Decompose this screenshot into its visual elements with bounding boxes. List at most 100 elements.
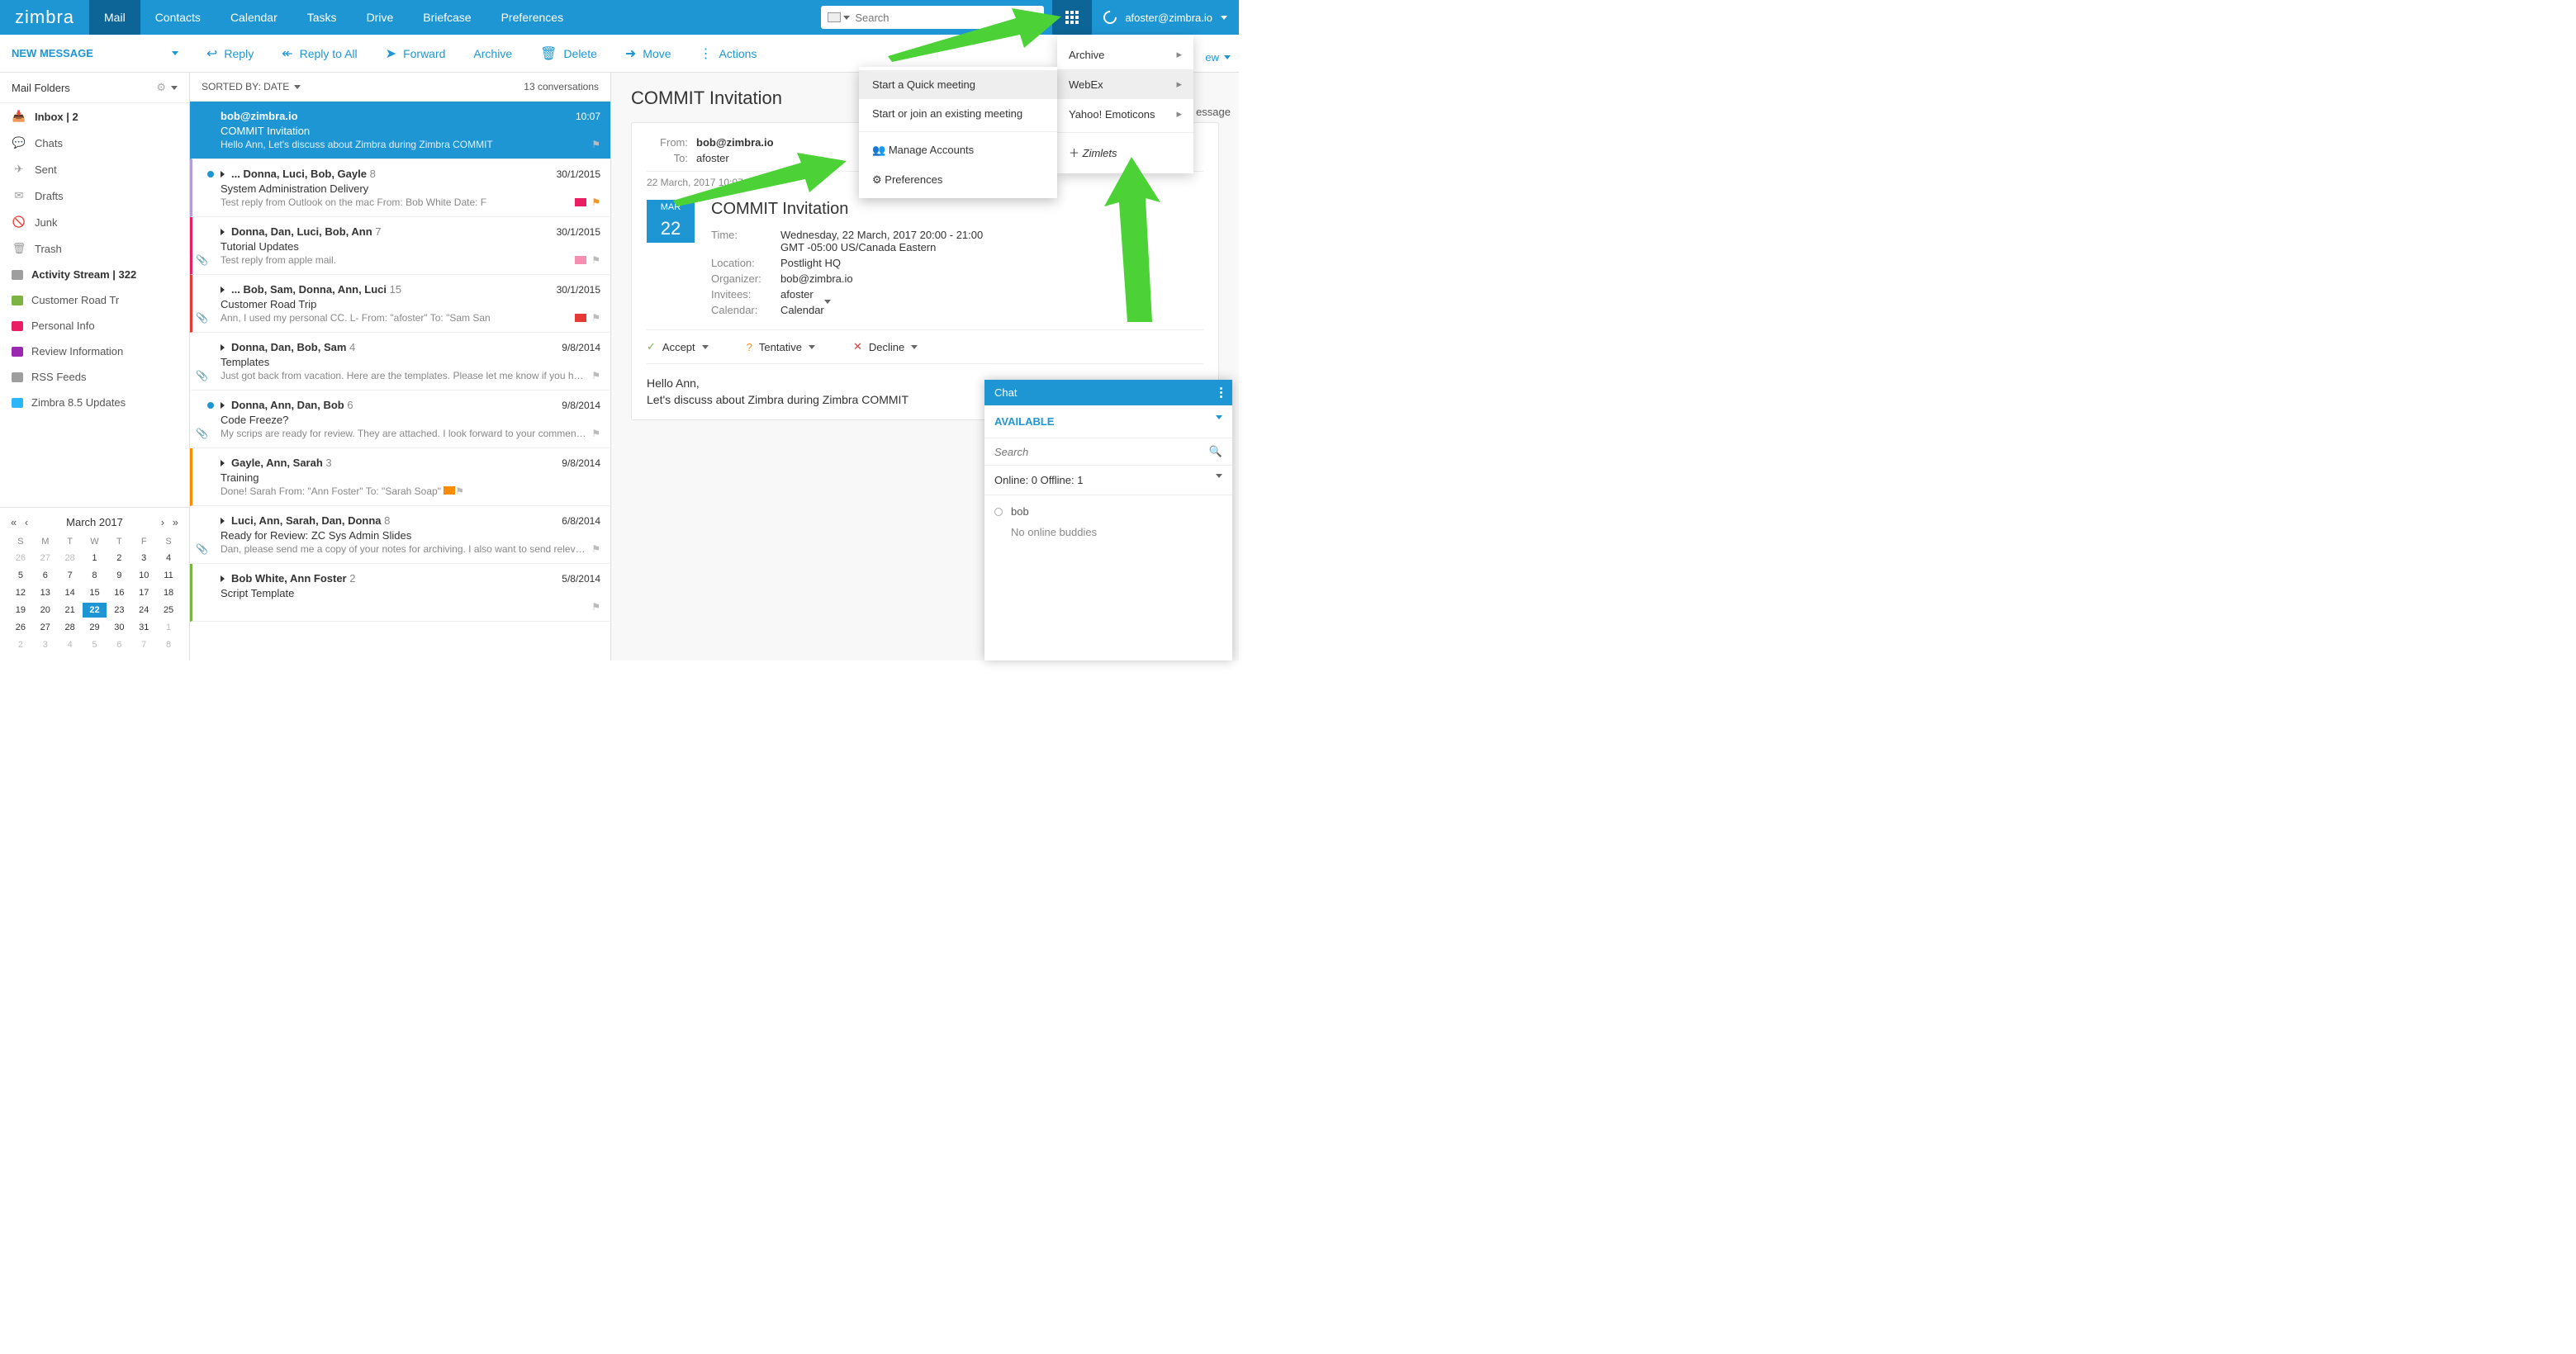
chat-status-selector[interactable]: AVAILABLE bbox=[984, 405, 1232, 438]
webex-join-meeting[interactable]: Start or join an existing meeting bbox=[859, 99, 1057, 128]
cal-next-month[interactable]: › bbox=[159, 516, 167, 528]
search-icon[interactable]: 🔍 bbox=[1024, 11, 1037, 24]
cal-prev-year[interactable]: « bbox=[8, 516, 19, 528]
cal-day[interactable]: 2 bbox=[107, 551, 131, 566]
nav-mail[interactable]: Mail bbox=[89, 0, 140, 35]
cal-day[interactable]: 10 bbox=[131, 568, 156, 583]
dd-yahoo[interactable]: Yahoo! Emoticons▸ bbox=[1057, 99, 1193, 129]
folders-caret-icon[interactable] bbox=[171, 86, 178, 90]
decline-button[interactable]: ✕Decline bbox=[853, 340, 918, 353]
search-icon[interactable]: 🔍 bbox=[1209, 445, 1222, 458]
chat-search-input[interactable] bbox=[994, 446, 1209, 458]
reply-all-button[interactable]: ↞Reply to All bbox=[282, 45, 357, 62]
sort-caret-icon[interactable] bbox=[294, 85, 301, 89]
cal-day[interactable]: 7 bbox=[131, 637, 156, 652]
webex-manage-accounts[interactable]: 👥 Manage Accounts bbox=[859, 135, 1057, 165]
nav-briefcase[interactable]: Briefcase bbox=[408, 0, 486, 35]
flag-icon[interactable]: ⚑ bbox=[591, 254, 600, 266]
dd-archive[interactable]: Archive▸ bbox=[1057, 40, 1193, 69]
cal-day[interactable]: 21 bbox=[58, 603, 83, 618]
flag-icon[interactable]: ⚑ bbox=[591, 370, 600, 381]
cal-day[interactable]: 4 bbox=[156, 551, 181, 566]
dd-webex[interactable]: WebEx▸ bbox=[1057, 69, 1193, 99]
archive-button[interactable]: Archive bbox=[473, 47, 512, 60]
cal-day[interactable]: 28 bbox=[58, 551, 83, 566]
expand-icon[interactable] bbox=[221, 171, 225, 178]
reply-button[interactable]: ↩Reply bbox=[206, 45, 254, 62]
nav-preferences[interactable]: Preferences bbox=[486, 0, 578, 35]
cal-day[interactable]: 17 bbox=[131, 585, 156, 600]
new-message-button[interactable]: NEW MESSAGE bbox=[0, 47, 190, 59]
cal-day[interactable]: 13 bbox=[33, 585, 58, 600]
cal-day[interactable]: 8 bbox=[156, 637, 181, 652]
message-item[interactable]: ... Bob, Sam, Donna, Ann, Luci 1530/1/20… bbox=[190, 275, 610, 333]
cal-day[interactable]: 16 bbox=[107, 585, 131, 600]
cal-day[interactable]: 5 bbox=[8, 568, 33, 583]
cal-day[interactable]: 12 bbox=[8, 585, 33, 600]
flag-icon[interactable]: ⚑ bbox=[591, 428, 600, 439]
calendar-selector[interactable]: Calendar bbox=[780, 304, 831, 316]
cal-next-year[interactable]: » bbox=[170, 516, 181, 528]
forward-button[interactable]: ➤Forward bbox=[386, 45, 446, 62]
folder-item[interactable]: 🗑Trash bbox=[0, 235, 189, 262]
message-item[interactable]: Donna, Dan, Luci, Bob, Ann 730/1/2015Tut… bbox=[190, 217, 610, 275]
message-item[interactable]: Donna, Ann, Dan, Bob 69/8/2014Code Freez… bbox=[190, 391, 610, 448]
message-item[interactable]: Bob White, Ann Foster 25/8/2014Script Te… bbox=[190, 564, 610, 622]
move-button[interactable]: ➜Move bbox=[625, 45, 671, 62]
cal-day[interactable]: 19 bbox=[8, 603, 33, 618]
nav-tasks[interactable]: Tasks bbox=[292, 0, 352, 35]
cal-day[interactable]: 20 bbox=[33, 603, 58, 618]
folder-item[interactable]: Review Information bbox=[0, 338, 189, 364]
expand-icon[interactable] bbox=[221, 229, 225, 235]
chat-buddy[interactable]: bob bbox=[994, 505, 1222, 526]
flag-icon[interactable]: ⚑ bbox=[591, 601, 600, 613]
cal-day[interactable]: 6 bbox=[33, 568, 58, 583]
sort-label[interactable]: SORTED BY: DATE bbox=[202, 81, 289, 92]
dd-zimlets[interactable]: ＋ Zimlets bbox=[1057, 136, 1193, 168]
cal-prev-month[interactable]: ‹ bbox=[22, 516, 31, 528]
cal-day[interactable]: 5 bbox=[83, 637, 107, 652]
folder-item[interactable]: 🚫Junk bbox=[0, 209, 189, 235]
message-item[interactable]: bob@zimbra.io10:07COMMIT InvitationHello… bbox=[190, 102, 610, 159]
webex-quick-meeting[interactable]: Start a Quick meeting bbox=[859, 70, 1057, 99]
cal-day[interactable]: 11 bbox=[156, 568, 181, 583]
expand-icon[interactable] bbox=[221, 402, 225, 409]
actions-menu-button[interactable]: ⋮Actions bbox=[700, 45, 757, 62]
cal-day[interactable]: 28 bbox=[58, 620, 83, 635]
cal-day[interactable]: 27 bbox=[33, 551, 58, 566]
cal-day[interactable]: 14 bbox=[58, 585, 83, 600]
caret-icon[interactable] bbox=[1224, 55, 1231, 59]
cal-day[interactable]: 25 bbox=[156, 603, 181, 618]
expand-icon[interactable] bbox=[221, 460, 225, 466]
expand-icon[interactable] bbox=[221, 575, 225, 582]
cal-day[interactable]: 23 bbox=[107, 603, 131, 618]
message-item[interactable]: Gayle, Ann, Sarah 39/8/2014TrainingDone!… bbox=[190, 448, 610, 506]
search-input[interactable] bbox=[850, 12, 1024, 24]
cal-day[interactable]: 9 bbox=[107, 568, 131, 583]
expand-icon[interactable] bbox=[221, 286, 225, 293]
cal-day[interactable]: 6 bbox=[107, 637, 131, 652]
chat-counts[interactable]: Online: 0 Offline: 1 bbox=[984, 466, 1232, 495]
expand-icon[interactable] bbox=[221, 344, 225, 351]
nav-contacts[interactable]: Contacts bbox=[140, 0, 216, 35]
cal-day[interactable]: 3 bbox=[33, 637, 58, 652]
folder-item[interactable]: 💬Chats bbox=[0, 130, 189, 156]
folder-item[interactable]: ✈Sent bbox=[0, 156, 189, 182]
cal-day[interactable]: 1 bbox=[156, 620, 181, 635]
gear-icon[interactable]: ⚙ bbox=[156, 81, 166, 94]
nav-drive[interactable]: Drive bbox=[352, 0, 409, 35]
nav-calendar[interactable]: Calendar bbox=[216, 0, 292, 35]
delete-button[interactable]: 🗑Delete bbox=[540, 45, 597, 62]
chat-menu-icon[interactable] bbox=[1220, 387, 1222, 398]
expand-icon[interactable] bbox=[221, 518, 225, 524]
message-item[interactable]: Luci, Ann, Sarah, Dan, Donna 86/8/2014Re… bbox=[190, 506, 610, 564]
cal-day[interactable]: 8 bbox=[83, 568, 107, 583]
message-item[interactable]: ... Donna, Luci, Bob, Gayle 830/1/2015Sy… bbox=[190, 159, 610, 217]
folder-item[interactable]: Zimbra 8.5 Updates bbox=[0, 390, 189, 415]
user-menu-caret-icon[interactable] bbox=[1221, 16, 1227, 20]
flag-icon[interactable]: ⚑ bbox=[455, 485, 464, 497]
user-email[interactable]: afoster@zimbra.io bbox=[1125, 12, 1212, 24]
ew-button[interactable]: ew bbox=[1205, 51, 1219, 64]
cal-day[interactable]: 24 bbox=[131, 603, 156, 618]
new-message-caret-icon[interactable] bbox=[172, 51, 178, 55]
